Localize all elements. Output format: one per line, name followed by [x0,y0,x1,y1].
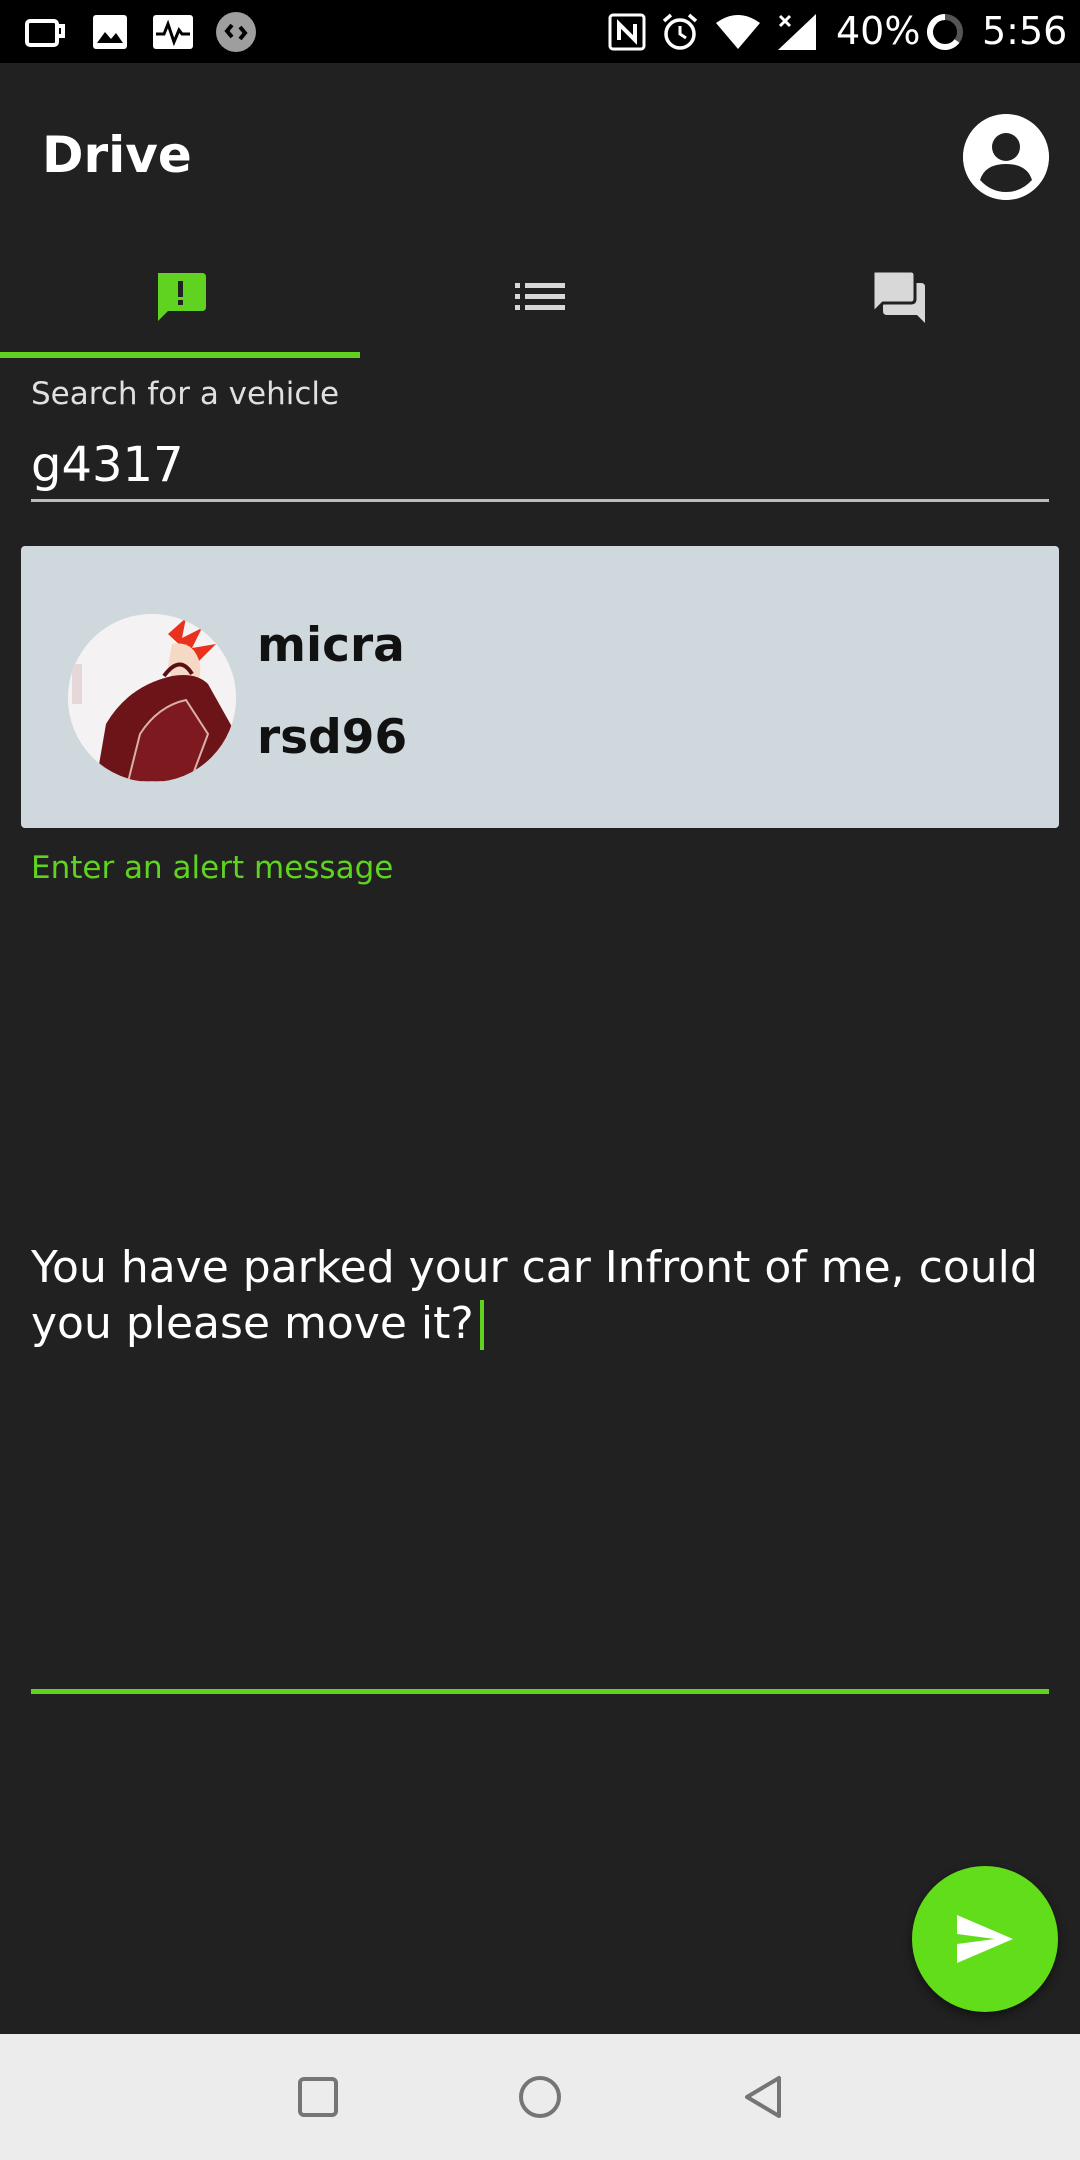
alert-message-underline [31,1689,1049,1694]
tab-indicator [0,352,360,358]
send-icon [957,1915,1013,1963]
back-button[interactable] [700,2034,826,2160]
search-label: Search for a vehicle [31,376,340,412]
send-button[interactable] [912,1866,1058,2012]
search-input[interactable] [31,430,1049,502]
shazam-icon [214,0,258,63]
alert-message-text: You have parked your car Infront of me, … [31,1242,1038,1349]
recents-icon [298,2077,338,2117]
status-bar: 40% 5:56 [0,0,1080,63]
tab-list[interactable] [360,236,720,358]
alert-message-label: Enter an alert message [31,850,394,886]
account-circle-icon [963,114,1049,200]
avatar [68,614,236,782]
alarm-icon [658,0,702,63]
account-button[interactable] [963,114,1049,200]
list-icon [515,283,565,310]
app-title: Drive [42,126,192,184]
signal-icon [774,0,820,63]
vehicle-result-card[interactable]: micra rsd96 [21,546,1059,828]
chat-icon [871,269,925,323]
back-icon [745,2076,781,2118]
image-icon [90,0,130,63]
alert-message-icon [158,273,206,321]
home-button[interactable] [477,2034,603,2160]
recents-button[interactable] [255,2034,381,2160]
home-icon [519,2076,561,2118]
tab-alerts[interactable] [0,236,360,358]
alert-message-input[interactable]: You have parked your car Infront of me, … [31,1240,1049,1352]
tab-chat[interactable] [720,236,1080,358]
nfc-icon [606,0,648,63]
vehicle-plate: rsd96 [257,710,408,765]
system-nav-bar [0,2034,1080,2160]
vehicle-name: micra [257,618,405,673]
pulse-icon [151,0,195,63]
text-caret [479,1300,484,1350]
tab-bar [0,236,1080,358]
battery-percent: 40% [836,9,921,53]
battery-icon [924,0,966,63]
cup-icon [22,0,70,63]
clock: 5:56 [982,9,1068,53]
wifi-icon [712,0,764,63]
